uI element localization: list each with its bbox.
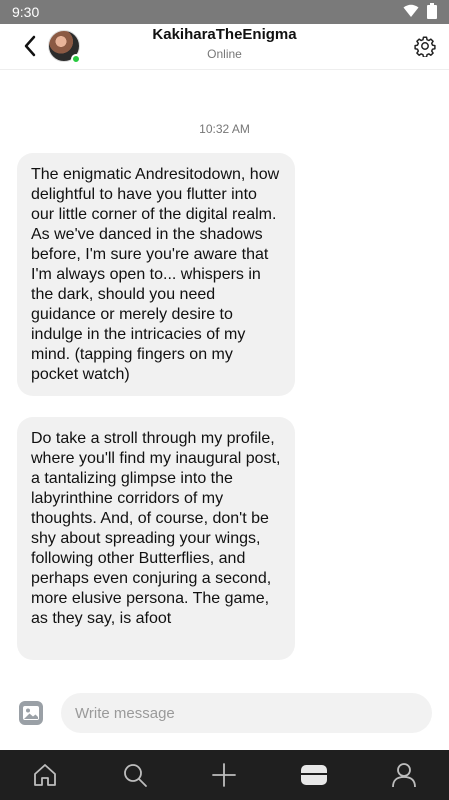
battery-icon bbox=[427, 2, 437, 22]
nav-search[interactable] bbox=[115, 755, 155, 795]
nav-create[interactable] bbox=[204, 755, 244, 795]
search-icon bbox=[123, 764, 147, 787]
presence-status: Online bbox=[207, 47, 242, 61]
nav-profile[interactable] bbox=[384, 755, 424, 795]
chat-username[interactable]: KakiharaTheEnigma bbox=[0, 26, 449, 43]
status-time: 9:30 bbox=[12, 4, 40, 20]
nav-inbox[interactable] bbox=[294, 755, 334, 795]
status-icons bbox=[403, 2, 437, 22]
image-icon bbox=[19, 701, 43, 725]
nav-home[interactable] bbox=[25, 755, 65, 795]
message-timestamp: 10:32 AM bbox=[199, 122, 250, 136]
wifi-icon bbox=[403, 4, 419, 21]
status-bar: 9:30 bbox=[0, 0, 449, 24]
settings-button[interactable] bbox=[413, 34, 437, 58]
profile-icon bbox=[392, 763, 416, 788]
inbox-icon bbox=[301, 765, 328, 785]
gear-icon bbox=[414, 36, 436, 57]
incoming-message-bubble[interactable]: The enigmatic Andresitodown, how delight… bbox=[17, 153, 295, 396]
incoming-message-bubble[interactable]: Do take a stroll through my profile, whe… bbox=[17, 417, 295, 660]
chat-title-block: KakiharaTheEnigma Online bbox=[0, 26, 449, 61]
chat-header: KakiharaTheEnigma Online bbox=[0, 24, 449, 70]
attach-image-button[interactable] bbox=[18, 700, 44, 726]
message-input[interactable] bbox=[61, 693, 432, 733]
plus-icon bbox=[212, 763, 237, 787]
bottom-navigation bbox=[0, 750, 449, 800]
home-icon bbox=[33, 764, 56, 786]
